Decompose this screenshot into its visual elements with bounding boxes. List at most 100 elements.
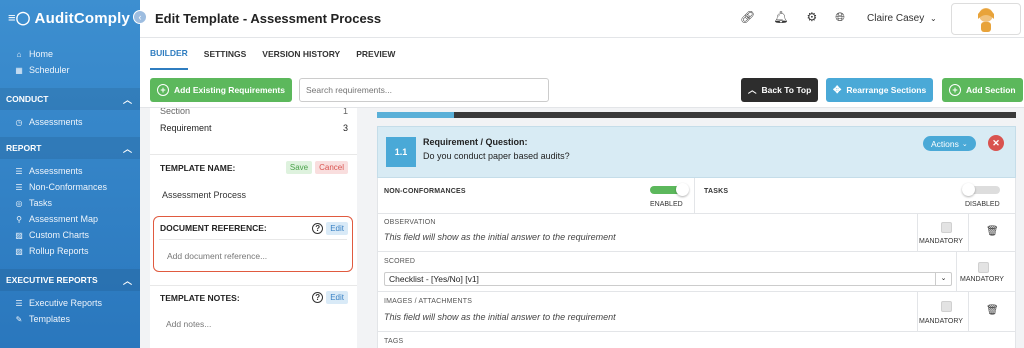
list-icon: ☰ [15,298,23,308]
move-icon: ✥ [833,84,842,96]
sidebar-item-rollup-reports[interactable]: ▨ Rollup Reports [0,243,140,259]
chevron-up-icon: ︿ [122,94,132,105]
edit-button[interactable]: Edit [326,291,348,304]
sidebar-item-executive-reports[interactable]: ☰ Executive Reports [0,295,140,311]
tags-row: TAGS [377,332,1016,348]
section-progress-bar [377,112,1016,118]
requirement-title: Requirement / Question: [423,137,528,147]
sidebar-item-assessment-map[interactable]: ⚲ Assessment Map [0,211,140,227]
tab-bar: BUILDER SETTINGS VERSION HISTORY PREVIEW [140,38,1024,70]
mandatory-checkbox[interactable] [941,301,952,312]
page-title: Edit Template - Assessment Process [155,11,382,26]
add-existing-requirements-button[interactable]: + Add Existing Requirements [150,78,292,102]
help-icon[interactable]: ? [312,292,324,303]
section-report[interactable]: REPORT ︿ [0,137,140,159]
rearrange-sections-button[interactable]: ✥ Rearrange Sections [826,78,934,102]
tab-version-history[interactable]: VERSION HISTORY [262,38,340,70]
logo-icon: ≡◯ [8,10,31,25]
tab-preview[interactable]: PREVIEW [356,38,395,70]
sidebar-item-home[interactable]: ⌂ Home [0,46,140,62]
section-executive-reports[interactable]: EXECUTIVE REPORTS ︿ [0,269,140,291]
stat-label: Requirement [160,123,212,133]
avatar-image [978,8,994,32]
observation-label: OBSERVATION [384,219,436,226]
close-icon[interactable]: ✕ [988,135,1004,151]
trash-icon[interactable]: 🗑︎ [986,226,999,237]
trash-icon[interactable]: 🗑︎ [986,305,999,316]
mandatory-checkbox[interactable] [941,222,952,233]
images-hint: This field will show as the initial answ… [384,312,616,322]
scored-select[interactable]: Checklist - [Yes/No] [v1] ⌄ [384,272,952,286]
sidebar-item-templates[interactable]: ✎ Templates [0,311,140,327]
edit-icon: ✎ [15,314,23,324]
stat-row-section: Section 1 [150,108,357,116]
map-pin-icon: ⚲ [16,214,22,224]
stat-label: Section [160,108,191,116]
sidebar-item-custom-charts[interactable]: ▨ Custom Charts [0,227,140,243]
section-title: CONDUCT [6,94,49,104]
collapse-sidebar-button[interactable]: ‹ [133,10,147,24]
button-label: Back To Top [761,85,812,95]
plus-circle-icon: + [949,84,961,96]
mandatory-label: MANDATORY [919,238,963,245]
tasks-toggle[interactable] [962,183,1000,196]
link-icon[interactable]: 🔗︎ [740,10,755,25]
search-input[interactable] [299,78,549,102]
home-icon: ⌂ [16,49,22,59]
back-to-top-button[interactable]: ︿ Back To Top [741,78,819,102]
globe-icon[interactable]: 🌐︎ [835,10,845,25]
sidebar: ≡◯ AuditComply ⌂ Home ▦ Scheduler CONDUC… [0,0,140,348]
cancel-button[interactable]: Cancel [315,161,348,174]
app-logo[interactable]: ≡◯ AuditComply [0,0,140,36]
tasks-label: TASKS [704,188,729,195]
actions-button[interactable]: Actions ⌄ [923,136,976,151]
tab-builder[interactable]: BUILDER [150,38,188,70]
observation-row: OBSERVATION This field will show as the … [377,214,1016,252]
document-reference-input[interactable]: Add document reference... [167,251,267,261]
requirement-number: 1.1 [386,137,416,167]
sidebar-item-label: Home [29,49,54,59]
scored-select-value: Checklist - [Yes/No] [v1] [389,274,479,284]
chevron-up-icon: ︿ [748,85,757,95]
mandatory-checkbox[interactable] [978,262,989,273]
scored-label: SCORED [384,258,416,265]
add-section-button[interactable]: + Add Section [942,78,1023,102]
template-name-field[interactable]: Assessment Process [162,190,246,200]
sidebar-item-label: Scheduler [29,65,70,75]
chevron-up-icon: ︿ [122,143,132,154]
chart-icon: ▨ [15,246,23,256]
template-notes-input[interactable]: Add notes... [166,319,211,329]
sidebar-item-scheduler[interactable]: ▦ Scheduler [0,62,140,78]
sidebar-item-report-assessments[interactable]: ☰ Assessments [0,163,140,179]
edit-button[interactable]: Edit [326,221,348,235]
sidebar-item-label: Rollup Reports [29,246,89,256]
save-button[interactable]: Save [285,161,313,174]
template-notes-header: TEMPLATE NOTES: ? Edit [150,285,357,309]
gear-icon[interactable]: ⚙ [806,10,817,25]
images-row: IMAGES / ATTACHMENTS This field will sho… [377,292,1016,332]
template-details-panel: Section 1 Requirement 3 TEMPLATE NAME: S… [150,108,357,348]
user-menu[interactable]: Claire Casey ⌄ [867,13,937,24]
tasks-state: DISABLED [965,201,1000,208]
scored-row: SCORED Checklist - [Yes/No] [v1] ⌄ MANDA… [377,252,1016,292]
non-conformances-label: NON-CONFORMANCES [384,188,466,195]
bell-icon[interactable]: 🔔︎ [773,10,788,25]
stat-value: 3 [342,123,348,133]
tab-settings[interactable]: SETTINGS [204,38,247,70]
list-icon: ☰ [15,182,23,192]
sidebar-item-conduct-assessments[interactable]: ◷ Assessments [0,114,140,130]
button-label: Actions [931,138,959,149]
user-name: Claire Casey [867,13,925,24]
list-icon: ☰ [15,166,23,176]
section-conduct[interactable]: CONDUCT ︿ [0,88,140,110]
sidebar-item-non-conformances[interactable]: ☰ Non-Conformances [0,179,140,195]
sidebar-item-label: Non-Conformances [29,182,108,192]
requirement-question[interactable]: Do you conduct paper based audits? [423,151,570,161]
help-icon[interactable]: ? [312,222,324,234]
chevron-up-icon: ︿ [122,275,132,286]
sidebar-item-tasks[interactable]: ◎ Tasks [0,195,140,211]
template-name-label: TEMPLATE NAME: [160,162,236,173]
non-conformances-toggle[interactable] [650,183,689,196]
sidebar-item-label: Assessments [29,117,83,127]
avatar[interactable] [951,3,1021,35]
